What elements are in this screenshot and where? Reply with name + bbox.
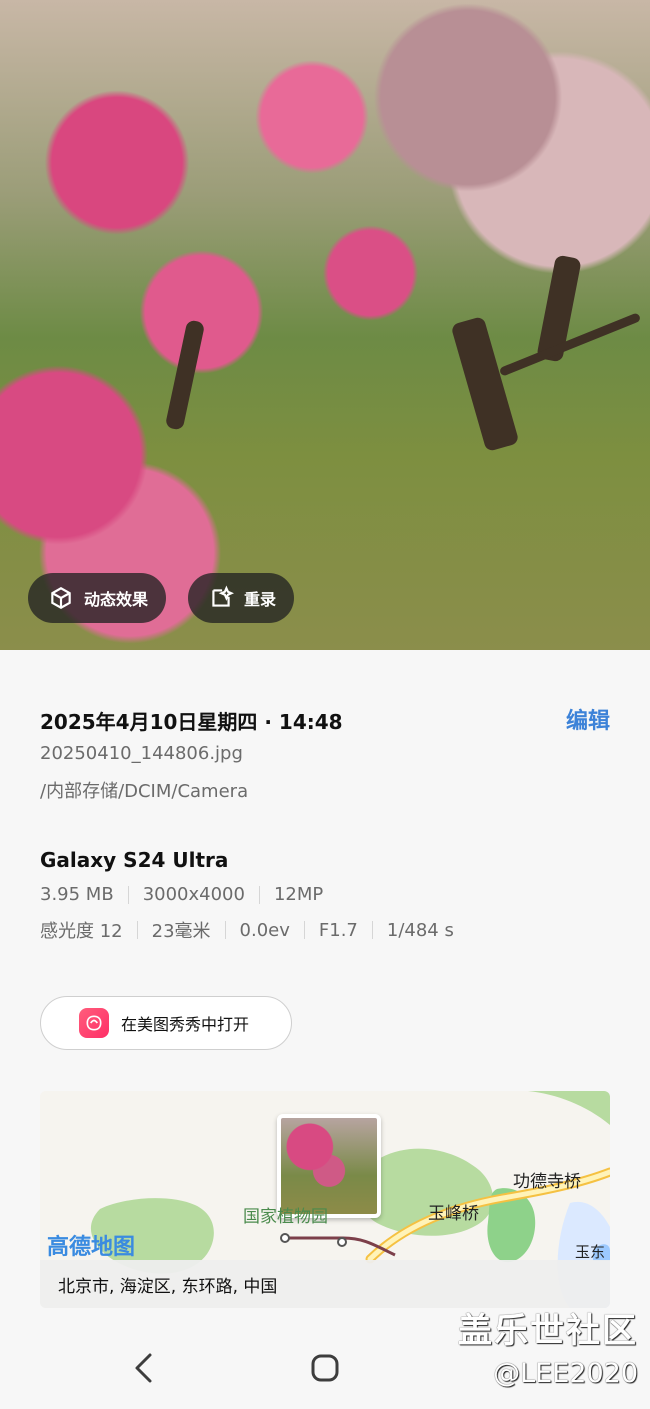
- shutter-speed: 1/484 s: [386, 919, 454, 941]
- separator: [224, 921, 226, 939]
- open-in-meitu-button[interactable]: 在美图秀秀中打开: [40, 996, 292, 1050]
- resolution: 3000x4000: [142, 884, 245, 905]
- motion-effects-label: 动态效果: [84, 590, 149, 609]
- iso: 感光度 12: [40, 921, 123, 942]
- map-node: [280, 1233, 290, 1243]
- file-path: /内部存储/DCIM/Camera: [40, 781, 249, 802]
- tree-trunk: [164, 319, 206, 431]
- open-in-meitu-label: 在美图秀秀中打开: [121, 1015, 250, 1034]
- focal-length: 23毫米: [151, 921, 211, 942]
- megapixels: 12MP: [273, 884, 324, 905]
- aperture: F1.7: [318, 919, 358, 941]
- separator: [303, 921, 305, 939]
- remaster-button[interactable]: 重录: [188, 573, 295, 623]
- separator: [258, 885, 260, 904]
- map-label: 功德寺桥: [513, 1172, 581, 1192]
- file-size: 3.95 MB: [40, 884, 114, 905]
- cube-icon: [51, 587, 71, 609]
- watermark-title: 盖乐世社区: [458, 1311, 638, 1351]
- sparkle-edit-icon: [212, 585, 234, 607]
- camera-meta-row: 感光度 12 23毫米 0.0ev F1.7 1/484 s: [40, 917, 454, 943]
- tree-branch: [498, 312, 642, 377]
- map-label: 玉峰桥: [428, 1204, 479, 1224]
- exposure: 0.0ev: [239, 919, 290, 941]
- tree-trunk: [450, 315, 520, 453]
- file-name: 20250410_144806.jpg: [40, 743, 243, 764]
- community-watermark: 盖乐世社区 @LEE2020: [458, 1303, 638, 1389]
- home-icon[interactable]: [305, 1348, 345, 1388]
- motion-effects-button[interactable]: 动态效果: [28, 573, 167, 623]
- separator: [136, 921, 138, 939]
- photo-preview[interactable]: 动态效果 重录: [0, 0, 650, 650]
- map-label: 玉东: [575, 1243, 606, 1261]
- meitu-icon: [79, 1008, 109, 1038]
- watermark-user: @LEE2020: [493, 1358, 638, 1389]
- map-brand: 高德地图: [47, 1235, 136, 1260]
- separator: [127, 885, 129, 904]
- separator: [371, 921, 373, 939]
- location-map[interactable]: 功德寺桥 玉峰桥 国家植物园 玉东 高德地图 北京市, 海淀区, 东环路, 中国: [40, 1091, 610, 1308]
- location-address: 北京市, 海淀区, 东环路, 中国: [40, 1260, 610, 1308]
- file-meta-row: 3.95 MB 3000x4000 12MP: [40, 884, 323, 905]
- remaster-label: 重录: [244, 590, 277, 609]
- map-node: [337, 1237, 347, 1247]
- map-label: 国家植物园: [243, 1207, 328, 1227]
- edit-button[interactable]: 编辑: [566, 703, 610, 735]
- back-icon[interactable]: [123, 1348, 163, 1388]
- date-time: 2025年4月10日星期四 · 14:48: [40, 710, 343, 734]
- device-name: Galaxy S24 Ultra: [40, 848, 229, 872]
